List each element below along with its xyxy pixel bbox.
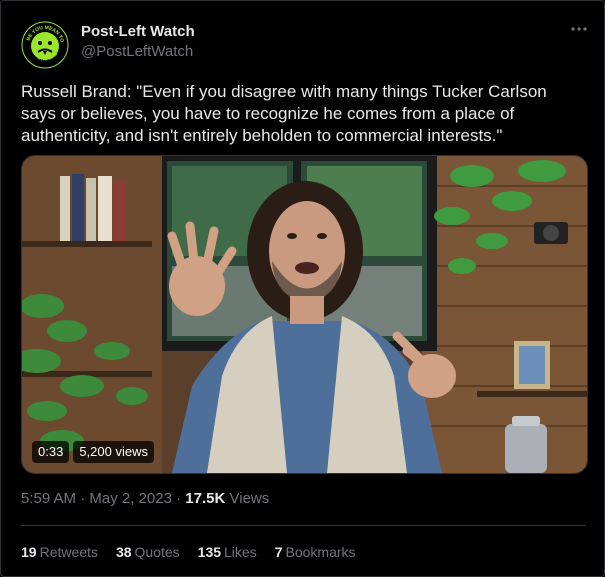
tweet-date[interactable]: May 2, 2023: [89, 490, 172, 507]
retweets-label: Retweets: [39, 544, 98, 560]
bookmarks-label: Bookmarks: [285, 544, 356, 560]
tweet-header: BE YOU MEAN TO STAY MAD Post-Left Watch …: [21, 19, 591, 69]
divider: [21, 525, 586, 526]
avatar[interactable]: BE YOU MEAN TO STAY MAD: [21, 21, 69, 69]
tweet-time[interactable]: 5:59 AM: [21, 490, 76, 507]
video-duration: 0:33: [32, 441, 70, 463]
views-label: Views: [229, 490, 270, 507]
likes-label: Likes: [224, 544, 257, 560]
video-thumbnail: [22, 156, 587, 473]
author-handle[interactable]: @PostLeftWatch: [81, 43, 193, 60]
tweet-meta: 5:59 AM · May 2, 2023 · 17.5K Views: [21, 490, 269, 507]
retweets-count: 19: [21, 544, 37, 560]
tweet-stats: 19 Retweets 38 Quotes 135 Likes 7 Bookmarks: [21, 544, 356, 560]
bookmarks-stat[interactable]: 7 Bookmarks: [275, 544, 356, 560]
quotes-label: Quotes: [134, 544, 180, 560]
quotes-stat[interactable]: 38 Quotes: [116, 544, 180, 560]
likes-count: 135: [197, 544, 222, 560]
quotes-count: 38: [115, 544, 132, 560]
likes-stat[interactable]: 135 Likes: [198, 544, 257, 560]
more-horizontal-icon[interactable]: [567, 21, 591, 41]
avatar-logo: BE YOU MEAN TO STAY MAD: [21, 21, 69, 69]
views-count: 17.5K: [185, 490, 226, 507]
video-info: 0:33 5,200 views: [32, 441, 154, 463]
video-player[interactable]: 0:33 5,200 views: [21, 155, 588, 474]
bookmarks-count: 7: [274, 544, 283, 560]
meta-separator: ·: [176, 490, 182, 507]
tweet-card: BE YOU MEAN TO STAY MAD Post-Left Watch …: [0, 0, 605, 577]
tweet-text: Russell Brand: "Even if you disagree wit…: [21, 82, 547, 145]
author-name[interactable]: Post-Left Watch: [81, 23, 195, 40]
video-views: 5,200 views: [73, 441, 154, 463]
retweets-stat[interactable]: 19 Retweets: [21, 544, 98, 560]
meta-separator: ·: [80, 490, 86, 507]
